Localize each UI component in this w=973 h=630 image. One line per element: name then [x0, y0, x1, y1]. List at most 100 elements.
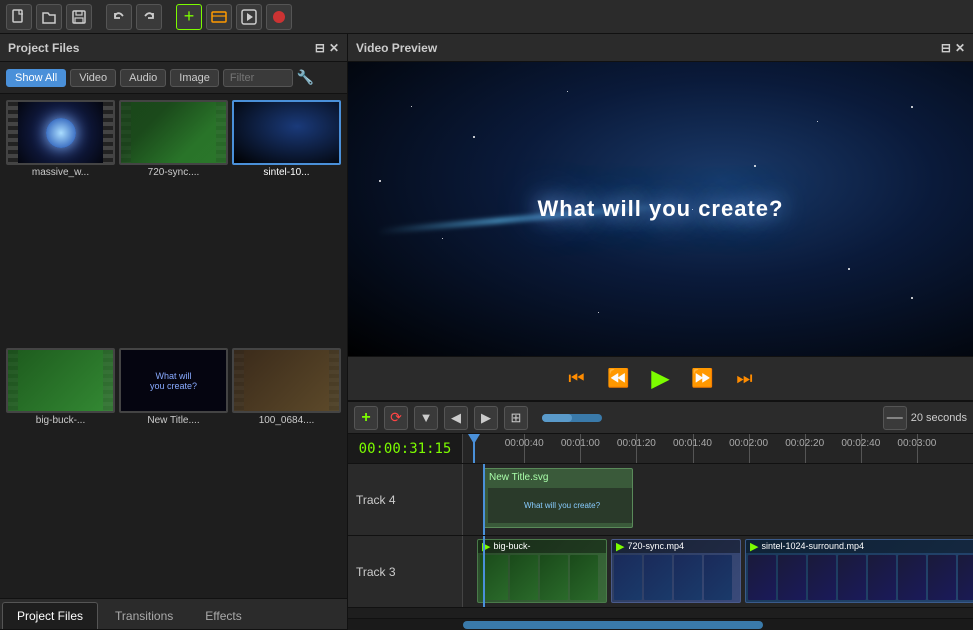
add-marker-button[interactable]: ⊞: [504, 406, 528, 430]
thumbnail-item-1[interactable]: massive_w...: [6, 100, 115, 344]
mini-frame: [898, 555, 926, 600]
mini-frame: [928, 555, 956, 600]
track-4-label: Track 4: [348, 464, 463, 535]
ruler-label: 00:02:00: [729, 438, 768, 449]
mini-frame: [614, 555, 642, 600]
mini-frame: [540, 555, 568, 600]
minimize-icon[interactable]: ⊟: [315, 41, 325, 55]
zoom-slider-track[interactable]: [542, 414, 602, 422]
mini-frame: [704, 555, 732, 600]
fast-forward-button[interactable]: ⏩: [688, 364, 718, 394]
filter-input[interactable]: [223, 69, 293, 87]
mini-frame: [958, 555, 973, 600]
thumbnail-label-5: New Title....: [119, 415, 228, 426]
add-button[interactable]: +: [176, 4, 202, 30]
project-files-title: Project Files: [8, 41, 79, 55]
redo-button[interactable]: [136, 4, 162, 30]
jump-end-button[interactable]: ⏭: [730, 364, 760, 394]
open-button[interactable]: [36, 4, 62, 30]
mini-frame: [748, 555, 776, 600]
add-track-button[interactable]: +: [354, 406, 378, 430]
filter-bar: Show All Video Audio Image 🔧: [0, 62, 347, 94]
zoom-label: 20 seconds: [911, 412, 967, 424]
star-decoration: [848, 268, 850, 270]
video-preview: What will you create?: [348, 62, 973, 356]
clip-frames-720sync: [612, 553, 740, 602]
ruler-label: 00:02:20: [785, 438, 824, 449]
clip-720sync[interactable]: ▶ 720-sync.mp4: [611, 539, 741, 603]
star-decoration: [411, 106, 412, 107]
mini-frame: [674, 555, 702, 600]
star-decoration: [817, 121, 818, 122]
jump-start-button[interactable]: ⏮: [562, 364, 592, 394]
preview-close-icon[interactable]: ✕: [955, 41, 965, 55]
next-marker-button[interactable]: ▶: [474, 406, 498, 430]
track-row-3: Track 3 ▶ big-buck-: [348, 536, 973, 608]
mini-frame: [510, 555, 538, 600]
preview-minimize-icon[interactable]: ⊟: [941, 41, 951, 55]
track-3-label: Track 3: [348, 536, 463, 607]
left-panel: Project Files ⊟ ✕ Show All Video Audio I…: [0, 34, 348, 630]
tab-transitions[interactable]: Transitions: [100, 602, 188, 629]
mini-frame: [570, 555, 598, 600]
undo-button[interactable]: [106, 4, 132, 30]
stop-button[interactable]: [266, 4, 292, 30]
playback-controls: ⏮ ⏪ ▶ ⏩ ⏭: [348, 356, 973, 400]
snap-button[interactable]: ⟳: [384, 406, 408, 430]
zoom-control: — 20 seconds: [883, 406, 967, 430]
scrollbar-thumb[interactable]: [463, 621, 763, 629]
filter-showall-button[interactable]: Show All: [6, 69, 66, 87]
title-clip-preview: What will you create?: [488, 488, 633, 523]
title-clip-label: New Title.svg: [489, 472, 548, 483]
zoom-out-button[interactable]: —: [883, 406, 907, 430]
play-button[interactable]: ▶: [646, 364, 676, 394]
timeline-area: + ⟳ ▼ ◀ ▶ ⊞ — 20 seconds 00:00:31:15: [348, 400, 973, 630]
thumbnail-item-6[interactable]: 100_0684....: [232, 348, 341, 592]
clip-bigbuck[interactable]: ▶ big-buck-: [477, 539, 607, 603]
clip-frames-bigbuck: [478, 553, 606, 602]
filter-image-button[interactable]: Image: [170, 69, 219, 87]
ruler-label: 00:01:00: [561, 438, 600, 449]
mini-frame: [644, 555, 672, 600]
timeline-toolbar: + ⟳ ▼ ◀ ▶ ⊞ — 20 seconds: [348, 402, 973, 434]
star-decoration: [911, 297, 913, 299]
mini-frame: [778, 555, 806, 600]
title-clip[interactable]: New Title.svg What will you create?: [483, 468, 633, 528]
thumbnail-label-2: 720-sync....: [119, 167, 228, 178]
mini-frame: [838, 555, 866, 600]
thumbnail-item-4[interactable]: big-buck-...: [6, 348, 115, 592]
timeline-scrollbar[interactable]: [348, 618, 973, 630]
ruler-label: 00:01:40: [673, 438, 712, 449]
track-row-4: Track 4 New Title.svg What will you crea…: [348, 464, 973, 536]
filter-tracks-button[interactable]: ▼: [414, 406, 438, 430]
new-button[interactable]: [6, 4, 32, 30]
ruler-label: 00:00:40: [505, 438, 544, 449]
thumbnail-item-5[interactable]: What willyou create? New Title....: [119, 348, 228, 592]
save-button[interactable]: [66, 4, 92, 30]
preview-title: Video Preview: [356, 41, 437, 55]
clip-sintel[interactable]: ▶ sintel-1024-surround.mp4: [745, 539, 973, 603]
filter-audio-button[interactable]: Audio: [120, 69, 166, 87]
ruler-label: 00:03:00: [897, 438, 936, 449]
star-decoration: [473, 136, 475, 138]
filter-clear-button[interactable]: 🔧: [297, 69, 314, 86]
ruler-label: 00:01:20: [617, 438, 656, 449]
project-files-header: Project Files ⊟ ✕: [0, 34, 347, 62]
preview-overlay-text: What will you create?: [538, 196, 784, 222]
thumbnail-item-3[interactable]: sintel-10...: [232, 100, 341, 344]
tab-bar: Project Files Transitions Effects: [0, 598, 347, 630]
project-button[interactable]: [206, 4, 232, 30]
prev-marker-button[interactable]: ◀: [444, 406, 468, 430]
tab-project-files[interactable]: Project Files: [2, 602, 98, 629]
rewind-button[interactable]: ⏪: [604, 364, 634, 394]
tab-effects[interactable]: Effects: [190, 602, 256, 629]
track-4-content: New Title.svg What will you create?: [463, 464, 973, 535]
playhead[interactable]: [473, 434, 475, 463]
star-decoration: [911, 106, 913, 108]
right-panel: Video Preview ⊟ ✕ What will y: [348, 34, 973, 630]
render-button[interactable]: [236, 4, 262, 30]
thumbnail-item-2[interactable]: 720-sync....: [119, 100, 228, 344]
filter-video-button[interactable]: Video: [70, 69, 116, 87]
mini-frame: [868, 555, 896, 600]
close-panel-icon[interactable]: ✕: [329, 41, 339, 55]
